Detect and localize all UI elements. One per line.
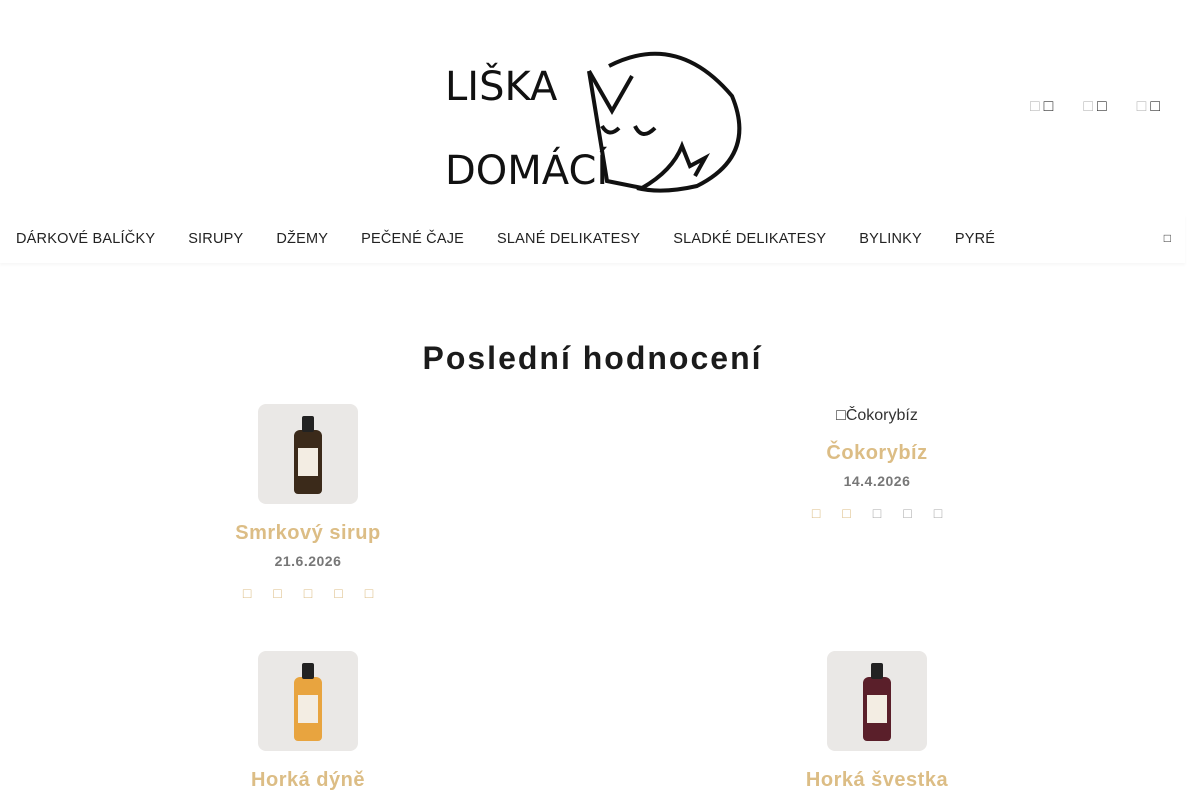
product-name-link[interactable]: Horká dýně: [158, 769, 458, 792]
product-image[interactable]: [258, 404, 358, 504]
rating-stars: □ □ □ □ □: [727, 505, 1027, 521]
star-icon: □: [242, 585, 252, 601]
star-icon: □: [334, 585, 343, 601]
product-image-broken[interactable]: □Čokorybíz: [727, 404, 1027, 428]
nav-item-pecene-caje[interactable]: PEČENÉ ČAJE: [361, 231, 464, 247]
site-logo[interactable]: LIŠKA DOMÁCÍ: [427, 16, 758, 200]
star-icon: □: [933, 505, 943, 521]
star-icon: □: [273, 585, 282, 601]
review-card: Horká dýně: [158, 651, 458, 792]
product-image[interactable]: [258, 651, 358, 751]
fox-logo-icon: [587, 51, 742, 193]
star-icon: □: [872, 505, 882, 521]
star-icon: □: [303, 585, 313, 601]
product-name-link[interactable]: Čokorybíz: [727, 442, 1027, 465]
star-icon: □: [364, 585, 374, 601]
review-date: 21.6.2026: [274, 553, 342, 569]
product-name-link[interactable]: Horká švestka: [727, 769, 1027, 792]
review-card: Horká švestka: [727, 651, 1027, 792]
review-date: 14.4.2026: [843, 473, 911, 489]
nav-item-darkove-balicky[interactable]: DÁRKOVÉ BALÍČKY: [16, 231, 155, 247]
search-icon[interactable]: □: [1164, 231, 1171, 245]
section-title: Poslední hodnocení: [422, 340, 763, 376]
nav-item-sladke-delikatesy[interactable]: SLADKÉ DELIKATESY: [673, 231, 826, 247]
main-navigation: DÁRKOVÉ BALÍČKY SIRUPY DŽEMY PEČENÉ ČAJE…: [0, 215, 1185, 263]
star-icon: □: [903, 505, 912, 521]
nav-item-sirupy[interactable]: SIRUPY: [188, 231, 243, 247]
cart-icon[interactable]: □ □: [1137, 98, 1160, 116]
logo-text-2: DOMÁCÍ: [445, 146, 608, 194]
review-card: Smrkový sirup 21.6.2026 □ □ □ □ □: [158, 404, 458, 601]
nav-item-slane-delikatesy[interactable]: SLANÉ DELIKATESY: [497, 231, 640, 247]
product-image[interactable]: [827, 651, 927, 751]
review-card: □Čokorybíz Čokorybíz 14.4.2026 □ □ □ □ □: [727, 404, 1027, 521]
rating-stars: □ □ □ □ □: [158, 585, 458, 601]
user-icon[interactable]: □ □: [1030, 98, 1053, 116]
star-icon: □: [811, 505, 821, 521]
product-name-link[interactable]: Smrkový sirup: [158, 522, 458, 545]
logo-text-1: LIŠKA: [445, 62, 558, 110]
nav-item-bylinky[interactable]: BYLINKY: [859, 231, 922, 247]
site-header: LIŠKA DOMÁCÍ □ □ □ □ □ □: [0, 0, 1200, 215]
heart-icon[interactable]: □ □: [1083, 98, 1106, 116]
nav-item-dzemy[interactable]: DŽEMY: [276, 231, 328, 247]
nav-item-pyre[interactable]: PYRÉ: [955, 231, 995, 247]
star-icon: □: [842, 505, 851, 521]
